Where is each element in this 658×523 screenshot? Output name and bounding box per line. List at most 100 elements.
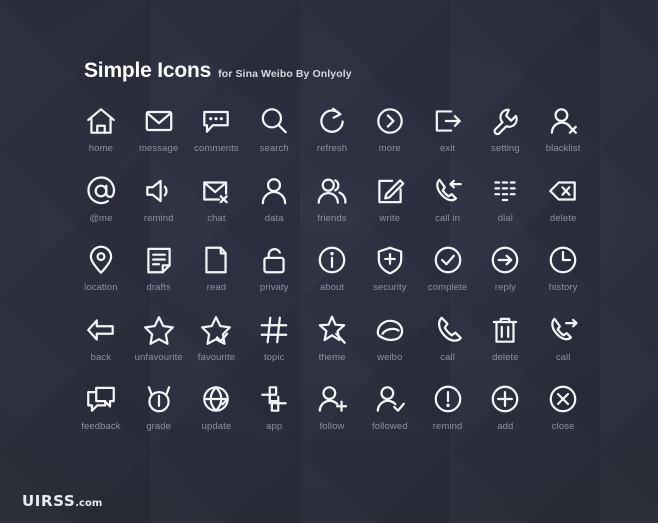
icon-cell-complete[interactable]: complete: [419, 243, 477, 293]
icon-cell-home[interactable]: home: [72, 104, 130, 154]
icon-cell-feedback[interactable]: feedback: [72, 382, 130, 432]
icon-cell-blacklist[interactable]: blacklist: [534, 104, 592, 154]
icon-cell-delete[interactable]: delete: [476, 313, 534, 363]
icon-cell-follow[interactable]: follow: [303, 382, 361, 432]
write-icon[interactable]: [373, 174, 407, 208]
icon-cell-theme[interactable]: theme: [303, 313, 361, 363]
icon-cell-message[interactable]: message: [130, 104, 188, 154]
icon-label: search: [259, 143, 289, 154]
dial-icon[interactable]: [488, 174, 522, 208]
setting-icon[interactable]: [488, 104, 522, 138]
icon-cell-unfavourite[interactable]: unfavourite: [130, 313, 188, 363]
icon-cell-update[interactable]: update: [188, 382, 246, 432]
icon-cell-privaty[interactable]: privaty: [245, 243, 303, 293]
icon-cell-read[interactable]: read: [188, 243, 246, 293]
icon-label: @me: [89, 212, 113, 224]
grade-icon[interactable]: [142, 382, 176, 416]
icon-cell-data[interactable]: data: [245, 174, 303, 224]
history-icon[interactable]: [546, 243, 580, 277]
icon-cell-more[interactable]: more: [361, 104, 419, 154]
icon-cell-delete[interactable]: delete: [534, 174, 592, 224]
icon-cell-call[interactable]: call: [534, 313, 592, 363]
icon-cell-close[interactable]: close: [534, 382, 592, 432]
icon-cell-dial[interactable]: dial: [476, 174, 534, 224]
icon-cell-remind[interactable]: remind: [130, 174, 188, 224]
icon-cell-exit[interactable]: exit: [419, 104, 477, 154]
privacy-icon[interactable]: [257, 243, 291, 277]
call-out-icon[interactable]: [546, 313, 580, 347]
exit-icon[interactable]: [431, 104, 465, 138]
more-icon[interactable]: [373, 104, 407, 138]
update-icon[interactable]: [199, 382, 233, 416]
page-subtitle: for Sina Weibo By Onlyoly: [218, 68, 352, 80]
topic-icon[interactable]: [257, 313, 291, 347]
app-icon[interactable]: [257, 382, 291, 416]
icon-cell--me[interactable]: @me: [72, 174, 130, 224]
reply-icon[interactable]: [488, 243, 522, 277]
icon-cell-history[interactable]: history: [534, 243, 592, 293]
icon-cell-remind[interactable]: remind: [419, 382, 477, 432]
icon-cell-chat[interactable]: chat: [188, 174, 246, 224]
weibo-icon[interactable]: [373, 313, 407, 347]
feedback-icon[interactable]: [84, 382, 118, 416]
icon-cell-friends[interactable]: friends: [303, 174, 361, 224]
icon-cell-drafts[interactable]: drafts: [130, 243, 188, 293]
call-icon[interactable]: [431, 313, 465, 347]
icon-cell-location[interactable]: location: [72, 243, 130, 293]
icon-label: location: [84, 282, 118, 293]
icon-cell-about[interactable]: about: [303, 243, 361, 293]
icon-cell-weibo[interactable]: weibo: [361, 313, 419, 363]
favourite-icon[interactable]: [199, 313, 233, 347]
icon-cell-back[interactable]: back: [72, 313, 130, 363]
chat-icon[interactable]: [199, 174, 233, 208]
security-icon[interactable]: [373, 243, 407, 277]
icon-cell-write[interactable]: write: [361, 174, 419, 224]
remind-icon[interactable]: [142, 174, 176, 208]
icon-cell-grade[interactable]: grade: [130, 382, 188, 432]
icon-cell-refresh[interactable]: refresh: [303, 104, 361, 154]
icon-label: weibo: [377, 351, 403, 363]
icon-label: call: [440, 351, 455, 363]
icon-label: history: [548, 282, 578, 293]
read-icon[interactable]: [199, 243, 233, 277]
comments-icon[interactable]: [199, 104, 233, 138]
icon-cell-reply[interactable]: reply: [476, 243, 534, 293]
icon-cell-add[interactable]: add: [476, 382, 534, 432]
theme-icon[interactable]: [315, 313, 349, 347]
unfavourite-icon[interactable]: [142, 313, 176, 347]
remind-alert-icon[interactable]: [431, 382, 465, 416]
icon-label: add: [497, 421, 514, 432]
followed-icon[interactable]: [373, 382, 407, 416]
location-icon[interactable]: [84, 243, 118, 277]
search-icon[interactable]: [257, 104, 291, 138]
delete-icon[interactable]: [546, 174, 580, 208]
icon-cell-followed[interactable]: followed: [361, 382, 419, 432]
icon-cell-setting[interactable]: setting: [476, 104, 534, 154]
icon-cell-comments[interactable]: comments: [188, 104, 246, 154]
icon-cell-call[interactable]: call: [419, 313, 477, 363]
at-me-icon[interactable]: [84, 174, 118, 208]
friends-icon[interactable]: [315, 174, 349, 208]
data-icon[interactable]: [257, 174, 291, 208]
home-icon[interactable]: [84, 104, 118, 138]
message-icon[interactable]: [142, 104, 176, 138]
icon-cell-search[interactable]: search: [245, 104, 303, 154]
trash-delete-icon[interactable]: [488, 313, 522, 347]
icon-cell-security[interactable]: security: [361, 243, 419, 293]
icon-cell-call-in[interactable]: call in: [419, 174, 477, 224]
icon-cell-app[interactable]: app: [245, 382, 303, 432]
icon-cell-favourite[interactable]: favourite: [188, 313, 246, 363]
about-icon[interactable]: [315, 243, 349, 277]
close-icon[interactable]: [546, 382, 580, 416]
drafts-icon[interactable]: [142, 243, 176, 277]
add-icon[interactable]: [488, 382, 522, 416]
icon-label: complete: [427, 282, 468, 293]
icon-cell-topic[interactable]: topic: [245, 313, 303, 363]
follow-icon[interactable]: [315, 382, 349, 416]
complete-icon[interactable]: [431, 243, 465, 277]
call-in-icon[interactable]: [431, 174, 465, 208]
blacklist-icon[interactable]: [546, 104, 580, 138]
refresh-icon[interactable]: [315, 104, 349, 138]
back-icon[interactable]: [84, 313, 118, 347]
icon-label: refresh: [316, 143, 348, 154]
